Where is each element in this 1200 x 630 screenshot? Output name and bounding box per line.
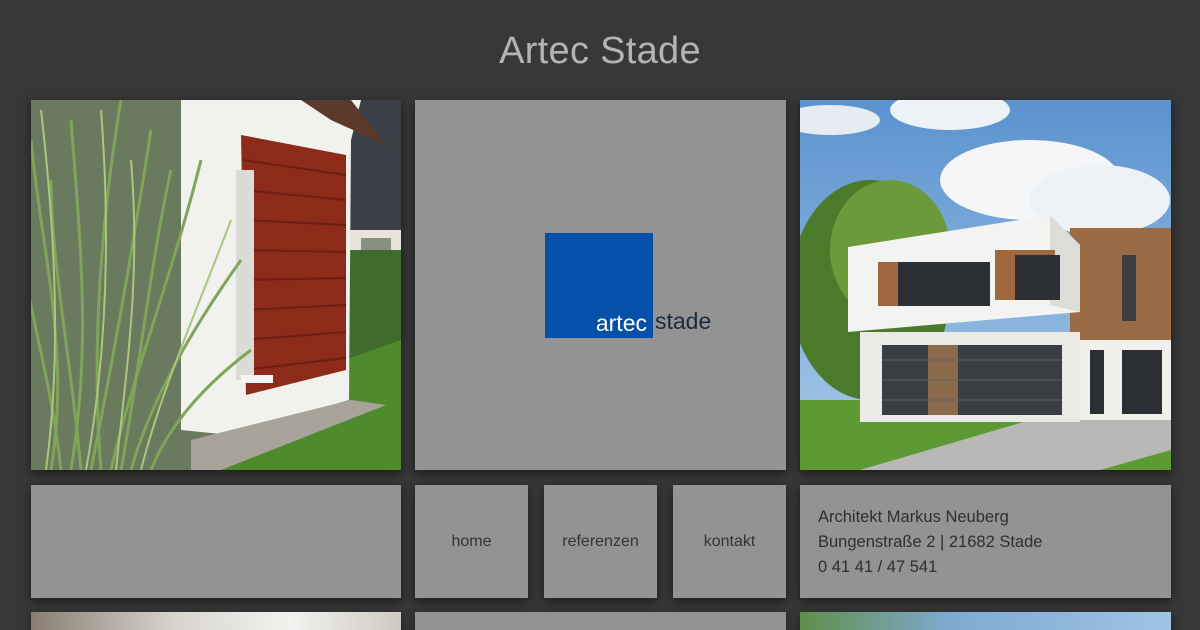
logo-mark: artec (545, 233, 653, 338)
tile-partial (415, 612, 786, 630)
contact-info: Architekt Markus Neuberg Bungenstraße 2 … (800, 485, 1171, 598)
contact-phone[interactable]: 0 41 41 / 47 541 (818, 555, 1153, 580)
photo-interior-partial[interactable] (31, 612, 401, 630)
photo-modern-house-image (800, 100, 1171, 470)
logo-text-stade: stade (655, 308, 712, 334)
photo-house-red-facade-image (31, 100, 401, 470)
nav-referenzen[interactable]: referenzen (544, 485, 657, 598)
photo-modern-house[interactable] (800, 100, 1171, 470)
contact-address: Bungenstraße 2 | 21682 Stade (818, 533, 1043, 551)
nav-home-label: home (451, 532, 492, 550)
nav-home[interactable]: home (415, 485, 528, 598)
photo-house-red-facade[interactable] (31, 100, 401, 470)
photo-sky-partial[interactable] (800, 612, 1171, 630)
contact-name: Architekt Markus Neuberg (818, 508, 1009, 526)
logo-tile[interactable]: artec stade (415, 100, 786, 470)
logo-text-artec: artec (595, 310, 647, 336)
empty-tile (31, 485, 401, 598)
nav-referenzen-label: referenzen (562, 532, 639, 550)
site-title: Artec Stade (499, 30, 701, 72)
nav-kontakt-label: kontakt (703, 532, 756, 550)
nav-kontakt[interactable]: kontakt (673, 485, 786, 598)
